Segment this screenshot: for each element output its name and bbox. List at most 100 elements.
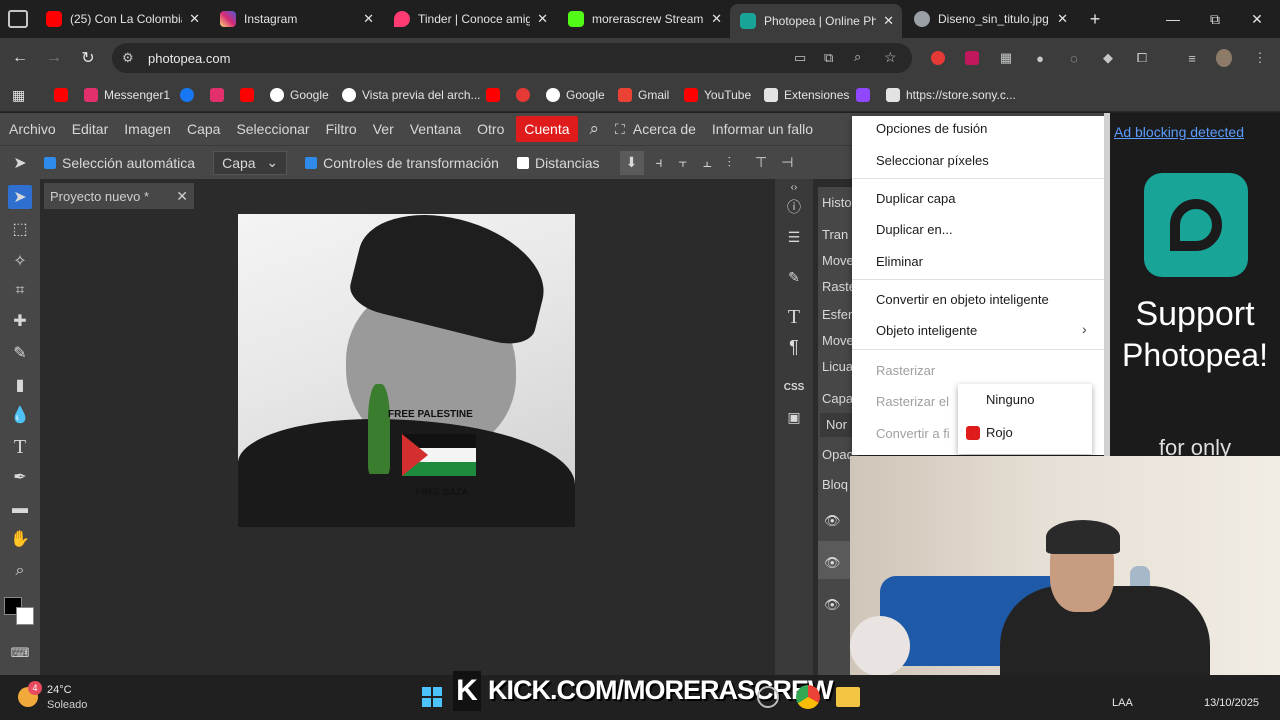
align-top-icon[interactable]: ⊤ [755,154,767,171]
auto-select-checkbox[interactable] [44,156,56,169]
menu-item-convert-smart-object[interactable]: Convertir en objeto inteligente [876,292,1049,307]
reload-button[interactable]: ↻ [76,47,100,69]
menu-capa[interactable]: Capa [179,113,228,145]
history-item[interactable]: Move [822,333,854,348]
windows-start-icon[interactable] [422,687,442,707]
css-icon[interactable]: CSS [782,375,806,399]
address-bar[interactable]: ⚙ photopea.com ▭ ⧉ ⌕ ☆ [112,43,912,73]
color-option-red[interactable]: Rojo [986,425,1013,440]
bookmark-item[interactable] [210,86,230,104]
new-tab-button[interactable]: + [1074,0,1116,38]
image-canvas[interactable]: FREE PALESTINE FREE GAZA [238,214,575,527]
character-icon[interactable]: T [782,305,806,329]
menu-acerca-de[interactable]: Acerca de [633,113,704,145]
browser-tab[interactable]: Diseno_sin_titulo.jpg ✕ [904,4,1076,34]
marquee-tool-icon[interactable]: ⬚ [8,217,32,241]
distances-checkbox[interactable] [516,156,529,169]
bookmark-item[interactable] [180,86,200,104]
file-explorer-icon[interactable] [836,687,860,707]
site-info-icon[interactable]: ⚙ [122,50,134,66]
menu-otro[interactable]: Otro [469,113,512,145]
chrome-icon[interactable] [796,685,820,709]
paragraph-icon[interactable]: ¶ [782,335,806,359]
clipboard-icon[interactable]: ▭ [794,50,806,66]
menu-item-duplicate-layer[interactable]: Duplicar capa [876,191,956,206]
browser-tab[interactable]: Tinder | Conoce amig ✕ [384,4,556,34]
transform-controls-checkbox[interactable] [305,156,318,169]
download-icon[interactable]: ⬇ [619,150,644,175]
extension-icon[interactable]: ◆ [1100,50,1116,66]
bookmark-star-icon[interactable]: ☆ [884,49,897,66]
history-item[interactable]: Licua [822,359,853,374]
close-tab-icon[interactable]: ✕ [363,11,374,27]
distribute-icon[interactable]: ⫶ [728,154,732,171]
bookmark-item[interactable]: https://store.sony.c... [886,86,1016,104]
cast-icon[interactable]: ⧉ [824,50,833,66]
healing-brush-icon[interactable]: ✚ [8,309,32,333]
menu-item-smart-object[interactable]: Objeto inteligente [876,323,977,338]
pen-tool-icon[interactable]: ✒ [8,465,32,489]
extension-off-icon[interactable]: ◌ [1066,50,1082,66]
close-tab-icon[interactable]: ✕ [537,11,548,27]
align-center-icon[interactable]: ⫟ [679,154,687,171]
bookmark-item[interactable]: Google [546,86,605,104]
menu-archivo[interactable]: Archivo [1,113,64,145]
image-icon[interactable]: ▣ [782,405,806,429]
brush-settings-icon[interactable]: ✎ [782,265,806,289]
menu-cuenta[interactable]: Cuenta [516,116,578,142]
zoom-tool-icon[interactable]: ⌕ [8,559,32,583]
more-menu-icon[interactable]: ⋮ [1252,50,1268,66]
minimize-button[interactable]: — [1152,0,1194,38]
history-item[interactable]: Esfer [822,307,852,322]
type-tool-icon[interactable]: T [8,435,32,459]
menu-seleccionar[interactable]: Seleccionar [228,113,317,145]
language-indicator[interactable]: LAA [1112,697,1133,709]
blend-mode-select[interactable]: Nor [820,413,856,437]
align-right-icon[interactable]: ⫠ [703,154,711,171]
info-icon[interactable]: ⓘ [782,195,806,219]
browser-tab[interactable]: Instagram ✕ [210,4,382,34]
bookmark-item[interactable]: Gmail [618,86,669,104]
visibility-eye-icon[interactable]: 👁 [824,597,841,613]
background-color-swatch[interactable] [16,607,34,625]
close-window-button[interactable]: ✕ [1236,0,1278,38]
search-icon[interactable]: ⌕ [582,113,608,145]
bookmark-item[interactable] [54,86,74,104]
menu-item-delete[interactable]: Eliminar [876,254,923,269]
crop-tool-icon[interactable]: ⌗ [8,279,32,303]
bookmark-item[interactable]: Messenger1 [84,86,170,104]
history-item[interactable]: Raste [822,279,856,294]
menu-imagen[interactable]: Imagen [116,113,179,145]
tab-search-icon[interactable] [8,10,28,28]
extension-icon[interactable]: ● [1032,50,1048,66]
menu-item-duplicate-into[interactable]: Duplicar en... [876,222,953,237]
fullscreen-icon[interactable]: ⛶ [607,113,633,145]
menu-filtro[interactable]: Filtro [318,113,365,145]
browser-tab-active[interactable]: Photopea | Online Ph ✕ [730,4,902,38]
adjustments-icon[interactable]: ☰ [782,225,806,249]
back-button[interactable]: ← [8,47,32,69]
extension-icon[interactable] [931,51,945,65]
browser-tab[interactable]: (25) Con La Colombia ✕ [36,4,208,34]
close-tab-icon[interactable]: ✕ [883,13,894,29]
bookmark-item[interactable]: Vista previa del arch... [342,86,481,104]
menu-informar-fallo[interactable]: Informar un fallo [704,113,821,145]
ad-blocking-notice[interactable]: Ad blocking detected [1114,124,1244,140]
keyboard-icon[interactable]: ⌨ [8,641,32,665]
apps-icon[interactable]: ▦ [12,86,25,104]
close-tab-icon[interactable]: ✕ [1057,11,1068,27]
app-icon[interactable] [757,686,779,708]
document-tab[interactable]: Proyecto nuevo * ✕ [44,183,194,209]
visibility-eye-icon[interactable]: 👁 [824,513,841,529]
menu-ver[interactable]: Ver [365,113,402,145]
menu-item-select-pixels[interactable]: Seleccionar píxeles [876,153,989,168]
panel-tab-layers[interactable]: Capa [822,391,853,406]
extension-icon[interactable]: ▦ [998,50,1014,66]
bookmark-item[interactable]: Extensiones [764,86,849,104]
ublock-icon[interactable] [965,51,979,65]
avatar[interactable] [1216,49,1232,67]
menu-editar[interactable]: Editar [64,113,117,145]
history-item[interactable]: Move [822,253,854,268]
color-option-none[interactable]: Ninguno [986,392,1034,407]
bookmark-item[interactable] [856,86,876,104]
